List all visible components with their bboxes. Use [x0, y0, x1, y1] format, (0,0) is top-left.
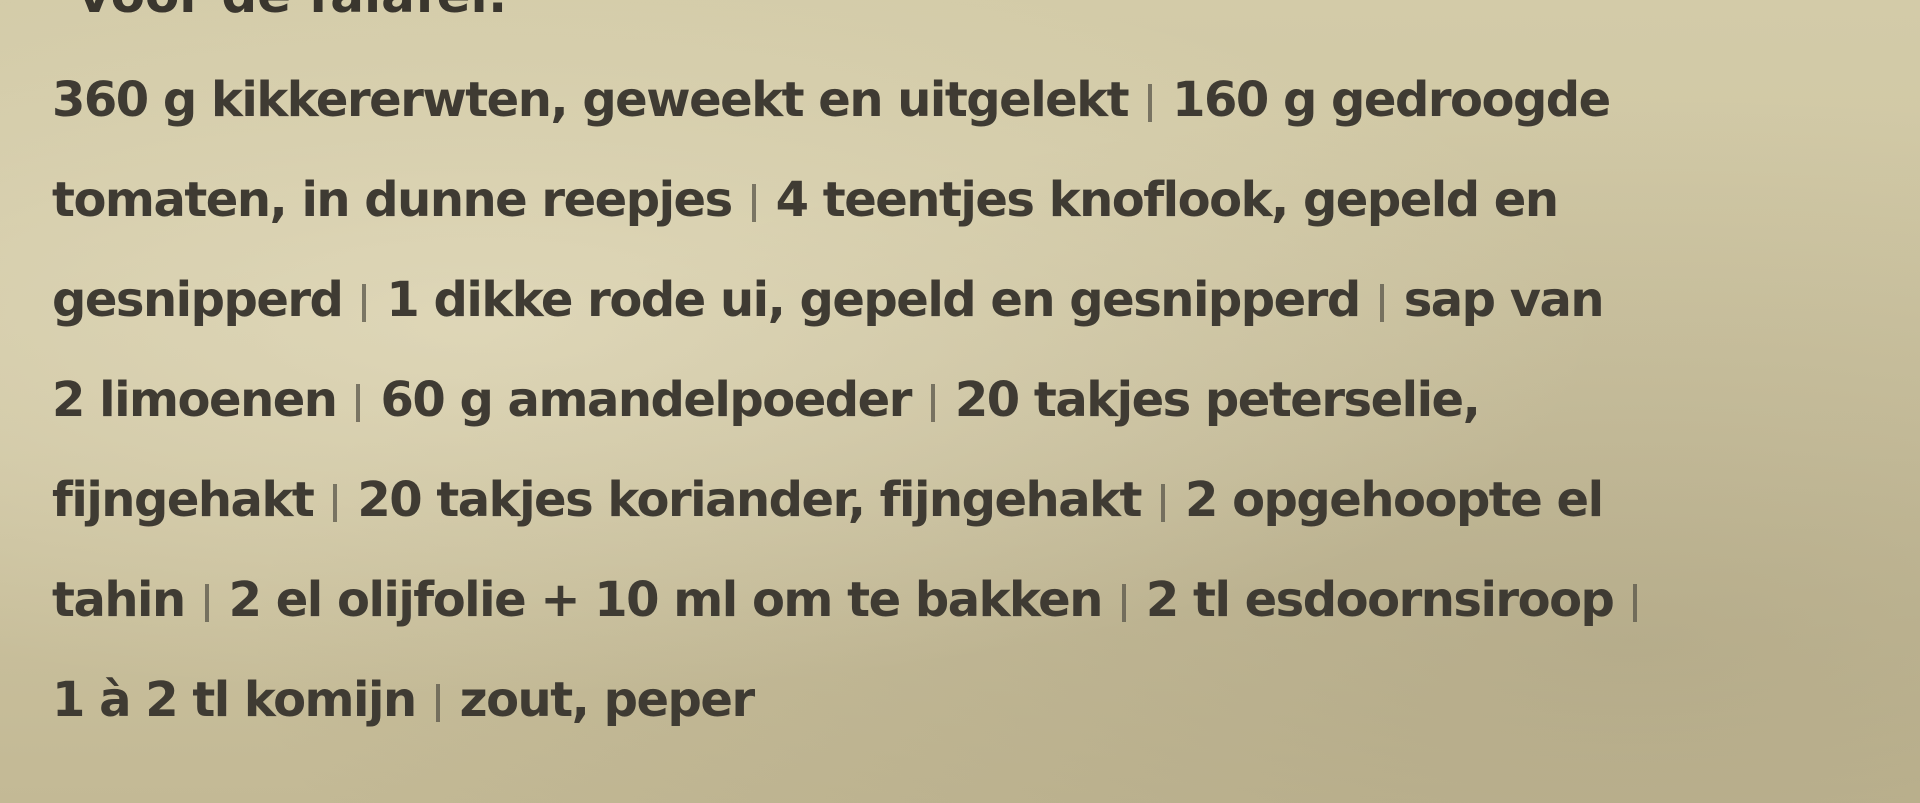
section-heading-cut-off: voor de falafel: [78, 0, 508, 24]
ingredient-line-1: 360 g kikkererwten, geweekt en uitgelekt… [52, 50, 1872, 150]
ingredient-text: 160 g gedroogde [1172, 72, 1611, 128]
separator-bar [204, 584, 209, 622]
ingredient-text: tomaten, in dunne reepjes [52, 172, 733, 228]
ingredient-text: 1 dikke rode ui, gepeld en gesnipperd [386, 272, 1361, 328]
ingredient-text: 1 à 2 tl komijn [52, 672, 417, 728]
ingredient-text: fijngehakt [52, 472, 315, 528]
ingredient-text: gesnipperd [52, 272, 344, 328]
ingredients-text: 360 g kikkererwten, geweekt en uitgelekt… [52, 50, 1872, 750]
separator-bar [1121, 584, 1126, 622]
ingredient-text: sap van [1403, 272, 1605, 328]
ingredient-text: 20 takjes peterselie, [954, 372, 1481, 428]
ingredient-text: 2 opgehoopte el [1184, 472, 1604, 528]
separator-bar [362, 284, 367, 322]
ingredient-text: 20 takjes koriander, fijngehakt [357, 472, 1142, 528]
recipe-page: voor de falafel: 360 g kikkererwten, gew… [0, 0, 1920, 803]
ingredient-line-6: tahin 2 el olijfolie + 10 ml om te bakken… [52, 550, 1872, 650]
ingredient-text: 2 el olijfolie + 10 ml om te bakken [228, 572, 1104, 628]
separator-bar [1633, 584, 1638, 622]
separator-bar [1148, 84, 1153, 122]
ingredient-text: 360 g kikkererwten, geweekt en uitgelekt [52, 72, 1130, 128]
ingredient-line-4: 2 limoenen 60 g amandelpoeder 20 takjes pe… [52, 350, 1872, 450]
ingredient-line-2: tomaten, in dunne reepjes 4 teentjes knof… [52, 150, 1872, 250]
ingredient-text: zout, peper [459, 672, 755, 728]
separator-bar [356, 384, 361, 422]
ingredient-line-5: fijngehakt 20 takjes koriander, fijngehak… [52, 450, 1872, 550]
separator-bar [1160, 484, 1165, 522]
ingredient-text: tahin [52, 572, 186, 628]
ingredient-line-3: gesnipperd 1 dikke rode ui, gepeld en ges… [52, 250, 1872, 350]
separator-bar [1379, 284, 1384, 322]
ingredient-line-7: 1 à 2 tl komijn zout, peper [52, 650, 1872, 750]
ingredient-text: 4 teentjes knoflook, gepeld en [775, 172, 1559, 228]
separator-bar [435, 684, 440, 722]
ingredient-text: 60 g amandelpoeder [380, 372, 912, 428]
separator-bar [751, 184, 756, 222]
ingredient-text: 2 limoenen [52, 372, 338, 428]
separator-bar [333, 484, 338, 522]
separator-bar [930, 384, 935, 422]
ingredient-text: 2 tl esdoornsiroop [1145, 572, 1615, 628]
